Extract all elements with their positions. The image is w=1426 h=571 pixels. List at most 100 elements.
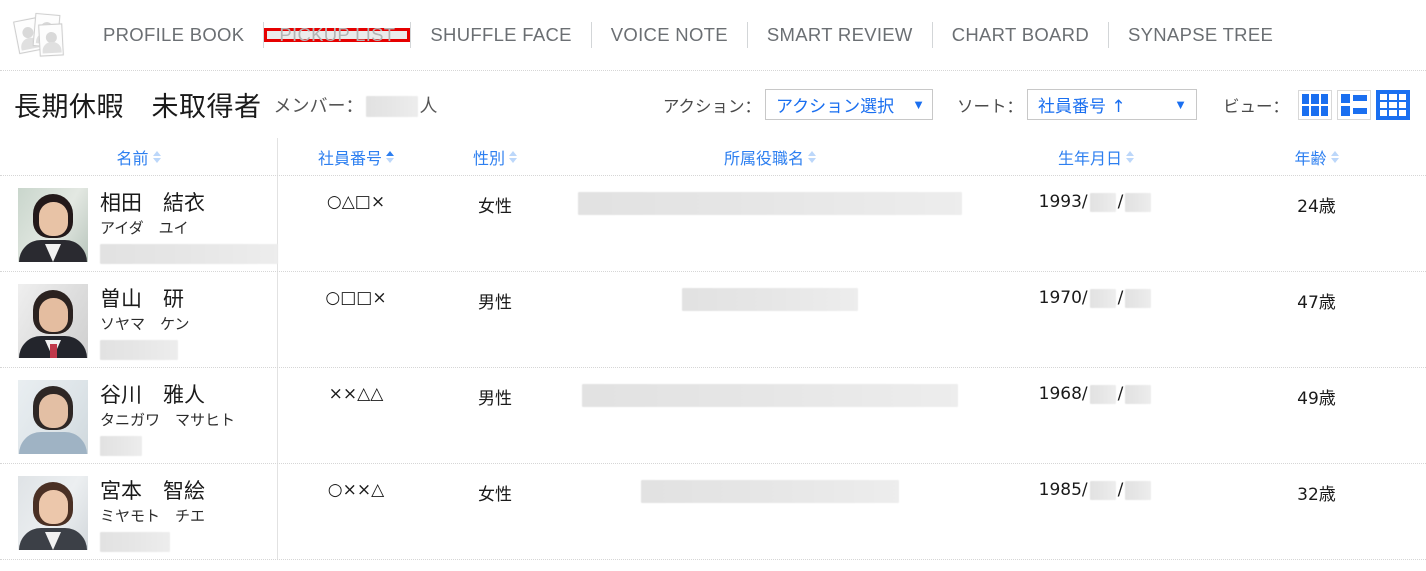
- column-header-gender[interactable]: 性別: [435, 145, 555, 169]
- cell-dept: [555, 368, 985, 463]
- column-header-label: 名前: [116, 148, 149, 168]
- table-row[interactable]: 相田 結衣 アイダ ユイ ○△□× 女性 1993/ / 24歳: [0, 176, 1426, 272]
- cell-gender: 男性: [435, 368, 555, 463]
- action-select[interactable]: アクション選択 ▼: [765, 89, 933, 120]
- empno-value: ○××△: [327, 480, 385, 500]
- column-header-label: 年齢: [1294, 148, 1327, 168]
- avatar: [18, 476, 88, 550]
- name-block: 相田 結衣 アイダ ユイ: [100, 188, 278, 265]
- birth-value: 1993/ /: [1039, 192, 1154, 212]
- name-kana: アイダ ユイ: [100, 219, 189, 238]
- member-count-suffix: 人: [419, 95, 438, 117]
- column-header-name[interactable]: 名前: [0, 145, 277, 169]
- nav-item-voice-note[interactable]: VOICE NOTE: [592, 20, 747, 50]
- name-kanji: 曽山 研: [100, 287, 184, 311]
- sort-arrows-icon[interactable]: [152, 150, 161, 163]
- birth-day-redacted: [1125, 384, 1152, 404]
- empno-value: ○△□×: [326, 192, 386, 212]
- table-row[interactable]: 曽山 研 ソヤマ ケン ○□□× 男性 1970/ / 47歳: [0, 272, 1426, 368]
- list-view-icon[interactable]: [1337, 89, 1371, 120]
- sort-arrows-icon[interactable]: [509, 150, 517, 163]
- name-block: 曽山 研 ソヤマ ケン: [100, 284, 190, 361]
- action-label: アクション：: [662, 96, 761, 116]
- table-view-icon[interactable]: [1376, 89, 1410, 120]
- gender-value: 男性: [478, 389, 512, 409]
- cell-dept: [555, 272, 985, 367]
- birth-separator: /: [1117, 480, 1124, 500]
- sort-arrows-icon[interactable]: [808, 150, 816, 163]
- cell-name: 曽山 研 ソヤマ ケン: [0, 272, 277, 367]
- name-kana: ソヤマ ケン: [100, 315, 190, 334]
- age-value: 24歳: [1297, 197, 1336, 217]
- name-block: 谷川 雅人 タニガワ マサヒト: [100, 380, 235, 457]
- table-row[interactable]: 谷川 雅人 タニガワ マサヒト ××△△ 男性 1968/ / 49歳: [0, 368, 1426, 464]
- cell-age: 47歳: [1207, 272, 1426, 367]
- nav-item-shuffle-face[interactable]: SHUFFLE FACE: [411, 20, 590, 50]
- birth-day-redacted: [1125, 192, 1152, 212]
- column-divider: [277, 368, 278, 463]
- nav-item-synapse-tree[interactable]: SYNAPSE TREE: [1109, 20, 1292, 50]
- age-value: 49歳: [1297, 389, 1336, 409]
- birth-month-redacted: [1089, 480, 1116, 500]
- dept-redacted: [582, 384, 958, 407]
- dept-redacted: [578, 192, 962, 215]
- member-count-redacted: [365, 96, 418, 117]
- column-header-birth[interactable]: 生年月日: [985, 145, 1207, 169]
- action-select-value: アクション選択: [776, 97, 895, 117]
- page-title: 長期休暇 未取得者: [14, 92, 262, 123]
- birth-month-redacted: [1089, 384, 1116, 404]
- cell-gender: 女性: [435, 464, 555, 559]
- sort-select[interactable]: 社員番号 ↑ ▼: [1027, 89, 1197, 120]
- birth-month-redacted: [1089, 288, 1116, 308]
- cell-birth: 1968/ /: [985, 368, 1207, 463]
- cell-empno: ○□□×: [277, 272, 435, 367]
- cell-empno: ○△□×: [277, 176, 435, 271]
- sort-arrows-icon[interactable]: [1126, 150, 1134, 163]
- nav-item-chart-board[interactable]: CHART BOARD: [933, 20, 1108, 50]
- column-header-dept[interactable]: 所属役職名: [555, 145, 985, 169]
- nav-item-smart-review[interactable]: SMART REVIEW: [748, 20, 932, 50]
- gender-value: 女性: [478, 197, 512, 217]
- toolbar: アクション： アクション選択 ▼ ソート： 社員番号 ↑ ▼ ビュー：: [639, 89, 1410, 120]
- grid-view-icon[interactable]: [1298, 89, 1332, 120]
- nav-item-profile-book[interactable]: PROFILE BOOK: [84, 20, 263, 50]
- sort-arrows-icon[interactable]: [1330, 150, 1339, 163]
- cell-birth: 1993/ /: [985, 176, 1207, 271]
- column-header-label: 生年月日: [1057, 148, 1122, 168]
- member-count-label: メンバー： 人: [274, 92, 438, 118]
- gender-value: 女性: [478, 485, 512, 505]
- cell-birth: 1985/ /: [985, 464, 1207, 559]
- name-extra-redacted: [100, 532, 170, 553]
- chevron-down-icon: ▼: [1174, 97, 1187, 112]
- column-header-label: 性別: [472, 148, 505, 168]
- name-kanji: 相田 結衣: [100, 191, 205, 215]
- cell-age: 24歳: [1207, 176, 1426, 271]
- table-row[interactable]: 宮本 智絵 ミヤモト チエ ○××△ 女性 1985/ / 32歳: [0, 464, 1426, 560]
- view-label: ビュー：: [1223, 96, 1289, 116]
- action-group: アクション： アクション選択 ▼: [663, 89, 933, 120]
- column-header-empno[interactable]: 社員番号: [277, 145, 435, 169]
- cell-dept: [555, 176, 985, 271]
- birth-separator: /: [1117, 288, 1124, 308]
- cell-gender: 女性: [435, 176, 555, 271]
- page-header-bar: 長期休暇 未取得者 メンバー： 人 アクション： アクション選択 ▼ ソート： 社…: [0, 71, 1426, 138]
- birth-year: 1985/: [1038, 480, 1088, 500]
- cell-dept: [555, 464, 985, 559]
- nav-item-pickup-list[interactable]: PICKUP LIST: [267, 25, 408, 44]
- dept-redacted: [641, 480, 899, 503]
- birth-value: 1970/ /: [1039, 288, 1154, 308]
- column-header-age[interactable]: 年齢: [1207, 145, 1426, 169]
- name-block: 宮本 智絵 ミヤモト チエ: [100, 476, 205, 553]
- members-table: 名前 社員番号 性別 所属役職名 生年月日 年齢 相田 結衣 アイダ ユイ ○△…: [0, 138, 1426, 560]
- cell-empno: ○××△: [277, 464, 435, 559]
- birth-separator: /: [1117, 192, 1124, 212]
- nav-items: PROFILE BOOK PICKUP LIST SHUFFLE FACE VO…: [84, 20, 1292, 50]
- photo-cards-icon: [13, 10, 66, 60]
- sort-arrows-icon[interactable]: [386, 150, 394, 163]
- sort-label: ソート：: [957, 96, 1023, 116]
- cell-age: 32歳: [1207, 464, 1426, 559]
- name-extra-redacted: [100, 340, 178, 361]
- name-kanji: 宮本 智絵: [100, 479, 205, 503]
- sort-select-value: 社員番号 ↑: [1038, 97, 1126, 117]
- cell-name: 宮本 智絵 ミヤモト チエ: [0, 464, 277, 559]
